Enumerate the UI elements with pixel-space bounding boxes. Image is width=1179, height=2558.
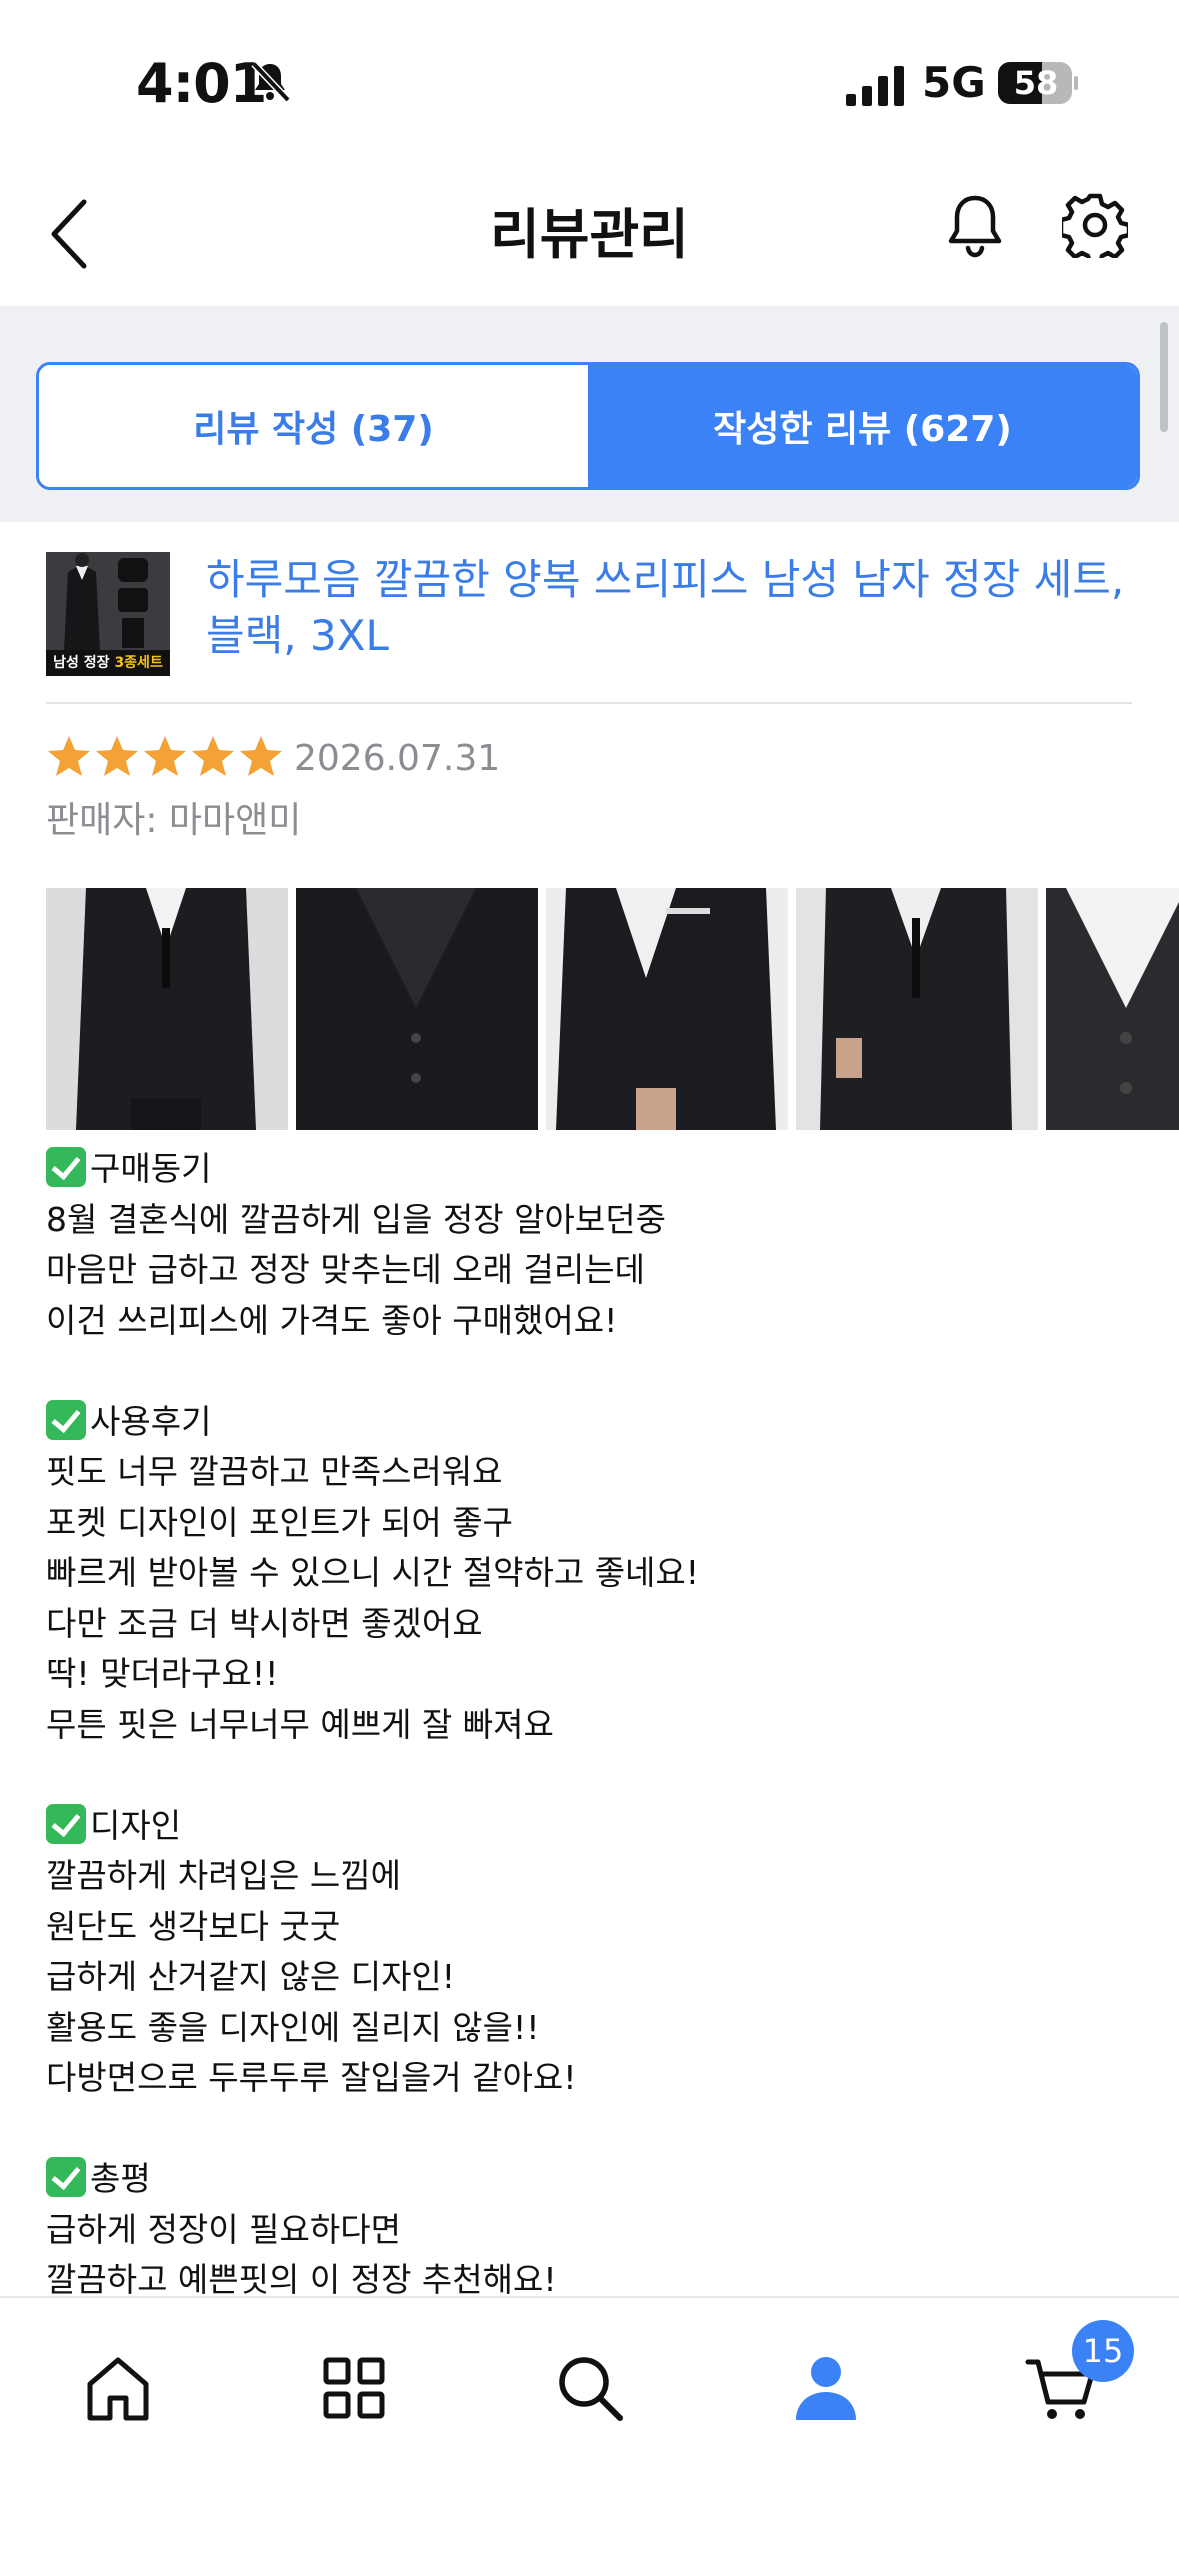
star-icon bbox=[96, 736, 138, 776]
review-tabs: 리뷰 작성 (37) 작성한 리뷰 (627) bbox=[36, 362, 1140, 490]
star-icon bbox=[192, 736, 234, 776]
bell-muted-icon bbox=[251, 61, 291, 103]
review-text-line: 급하게 정장이 필요하다면 bbox=[46, 2209, 401, 2249]
checkmark-icon bbox=[46, 2157, 86, 2197]
thumbnail-caption: 남성 정장 3종세트 bbox=[46, 650, 170, 676]
star-icon bbox=[144, 736, 186, 776]
product-name-link[interactable]: 하루모음 깔끔한 양복 쓰리피스 남성 남자 정장 세트, 블랙, 3XL bbox=[206, 552, 1146, 664]
review-text-line: 원단도 생각보다 굿굿 bbox=[46, 1906, 341, 1946]
tab-area: 리뷰 작성 (37) 작성한 리뷰 (627) bbox=[0, 306, 1179, 522]
review-section-heading: 구매동기 bbox=[46, 1144, 1156, 1195]
review-body: 구매동기 8월 결혼식에 깔끔하게 입을 정장 알아보던중마음만 급하고 정장 맞… bbox=[46, 1144, 1156, 2306]
bell-icon[interactable] bbox=[944, 192, 1006, 260]
review-photo[interactable] bbox=[46, 888, 288, 1130]
checkmark-icon bbox=[46, 1399, 86, 1440]
photo-suit-front bbox=[46, 888, 288, 1130]
signal-icon bbox=[846, 66, 904, 106]
review-text-line: 딱! 맞더라구요!! bbox=[46, 1654, 279, 1693]
network-type: 5G bbox=[922, 58, 986, 107]
photo-full-suit bbox=[796, 888, 1038, 1130]
cart-count-badge: 15 bbox=[1072, 2320, 1134, 2382]
review-photo[interactable] bbox=[296, 888, 538, 1130]
review-text-line: 이건 쓰리피스에 가격도 좋아 구매했어요! bbox=[46, 1300, 618, 1340]
bottom-nav bbox=[0, 2296, 1179, 2558]
photo-vest-closeup bbox=[1046, 888, 1179, 1130]
review-text-line: 활용도 좋을 디자인에 질리지 않을!! bbox=[46, 2007, 540, 2047]
review-section-heading: 총평 bbox=[46, 2154, 1156, 2205]
review-photo[interactable] bbox=[796, 888, 1038, 1130]
gear-icon[interactable] bbox=[1062, 192, 1128, 258]
star-icon bbox=[240, 736, 282, 776]
review-section-heading: 사용후기 bbox=[46, 1397, 1156, 1448]
photo-vest-detail bbox=[296, 888, 538, 1130]
search-icon[interactable] bbox=[550, 2348, 630, 2428]
review-text-line: 마음만 급하고 정장 맞추는데 오래 걸리는데 bbox=[46, 1250, 645, 1289]
review-section-heading: 디자인 bbox=[46, 1801, 1156, 1852]
star-icon bbox=[48, 736, 90, 776]
review-text-line: 빠르게 받아볼 수 있으니 시간 절약하고 좋네요! bbox=[46, 1553, 700, 1592]
tab-write-review[interactable]: 리뷰 작성 (37) bbox=[39, 365, 588, 487]
tab-written-reviews[interactable]: 작성한 리뷰 (627) bbox=[588, 365, 1137, 487]
checkmark-icon bbox=[46, 1803, 86, 1844]
star-rating bbox=[46, 734, 284, 784]
checkmark-icon bbox=[46, 1147, 86, 1187]
review-text-line: 급하게 산거같지 않은 디자인! bbox=[46, 1957, 456, 1996]
suit-thumbnail-image bbox=[46, 552, 170, 650]
product-row[interactable]: 남성 정장 3종세트 하루모음 깔끔한 양복 쓰리피스 남성 남자 정장 세트,… bbox=[0, 522, 1179, 706]
review-text-line: 무튼 핏은 너무너무 예쁘게 잘 빠져요 bbox=[46, 1704, 554, 1744]
grid-icon[interactable] bbox=[314, 2348, 394, 2428]
app-header: 리뷰관리 bbox=[0, 170, 1179, 306]
scrollbar[interactable] bbox=[1160, 322, 1168, 432]
photo-jacket-side bbox=[546, 888, 788, 1130]
home-icon[interactable] bbox=[78, 2348, 158, 2428]
review-photo[interactable] bbox=[1046, 888, 1179, 1130]
review-photos[interactable] bbox=[46, 888, 1179, 1130]
review-text-line: 다만 조금 더 박시하면 좋겠어요 bbox=[46, 1603, 483, 1643]
review-photo[interactable] bbox=[546, 888, 788, 1130]
product-thumbnail[interactable]: 남성 정장 3종세트 bbox=[46, 552, 170, 676]
review-text-line: 8월 결혼식에 깔끔하게 입을 정장 알아보던중 bbox=[46, 1199, 666, 1239]
seller-name: 판매자: 마마앤미 bbox=[46, 800, 302, 841]
status-bar: 4:01 5G 58 bbox=[0, 0, 1179, 170]
review-text-line: 깔끔하게 차려입은 느낌에 bbox=[46, 1856, 401, 1895]
battery-level: 58 bbox=[1013, 64, 1059, 102]
review-text-line: 다방면으로 두루두루 잘입을거 같아요! bbox=[46, 2058, 577, 2097]
status-time: 4:01 bbox=[136, 52, 267, 115]
review-text-line: 핏도 너무 깔끔하고 만족스러워요 bbox=[46, 1452, 503, 1491]
review-text-line: 포켓 디자인이 포인트가 되어 좋구 bbox=[46, 1502, 513, 1542]
divider bbox=[46, 702, 1132, 704]
profile-icon[interactable] bbox=[786, 2348, 866, 2428]
review-date: 2026.07.31 bbox=[294, 738, 501, 779]
